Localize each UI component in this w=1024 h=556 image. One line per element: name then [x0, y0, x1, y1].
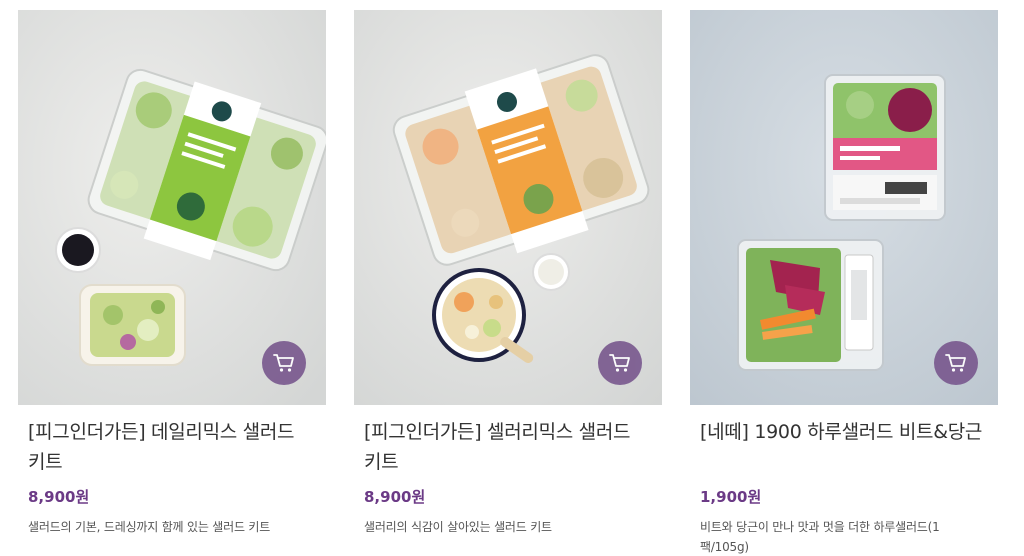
product-price: 8,900원 [28, 488, 90, 506]
product-grid: [피그인더가든] 데일리믹스 샐러드 키트 8,900원 샐러드의 기본, 드레… [0, 0, 1024, 556]
product-title[interactable]: [피그인더가든] 셀러리믹스 샐러드 키트 [364, 417, 652, 477]
product-info: [피그인더가든] 데일리믹스 샐러드 키트 8,900원 샐러드의 기본, 드레… [18, 405, 326, 537]
cart-icon [945, 354, 966, 372]
product-info: [네떼] 1900 하루샐러드 비트&당근 1,900원 비트와 당근이 만나 … [690, 405, 998, 556]
product-image[interactable] [354, 10, 662, 405]
product-price: 1,900원 [700, 488, 762, 506]
product-price: 8,900원 [364, 488, 426, 506]
product-description: 샐러드의 기본, 드레싱까지 함께 있는 샐러드 키트 [28, 520, 271, 534]
add-to-cart-button[interactable] [598, 341, 642, 385]
product-card[interactable]: [네떼] 1900 하루샐러드 비트&당근 1,900원 비트와 당근이 만나 … [690, 10, 998, 556]
product-description: 샐러리의 식감이 살아있는 샐러드 키트 [364, 520, 552, 534]
product-title[interactable]: [네떼] 1900 하루샐러드 비트&당근 [700, 417, 988, 477]
product-info: [피그인더가든] 셀러리믹스 샐러드 키트 8,900원 샐러리의 식감이 살아… [354, 405, 662, 537]
product-image[interactable] [18, 10, 326, 405]
product-title[interactable]: [피그인더가든] 데일리믹스 샐러드 키트 [28, 417, 316, 477]
product-card[interactable]: [피그인더가든] 데일리믹스 샐러드 키트 8,900원 샐러드의 기본, 드레… [18, 10, 326, 537]
product-card[interactable]: [피그인더가든] 셀러리믹스 샐러드 키트 8,900원 샐러리의 식감이 살아… [354, 10, 662, 537]
product-description: 비트와 당근이 만나 맛과 멋을 더한 하루샐러드(1팩/105g) [700, 520, 940, 554]
cart-icon [273, 354, 294, 372]
cart-icon [609, 354, 630, 372]
product-image[interactable] [690, 10, 998, 405]
add-to-cart-button[interactable] [262, 341, 306, 385]
add-to-cart-button[interactable] [934, 341, 978, 385]
